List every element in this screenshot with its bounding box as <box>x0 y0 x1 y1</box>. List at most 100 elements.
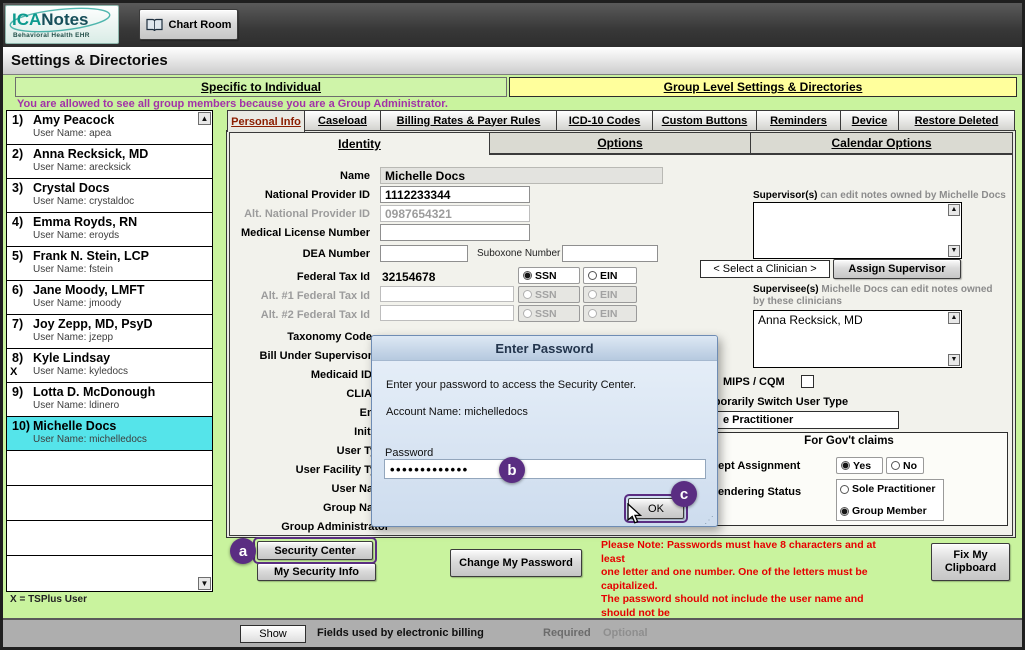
group-administrator-label: Group Administrator <box>228 521 389 533</box>
user-facility-type-label: User Facility Type <box>228 464 389 476</box>
supervisees-listbox[interactable]: Anna Recksick, MD ▲ ▼ <box>753 310 962 368</box>
chart-room-label: Chart Room <box>169 19 232 31</box>
annotation-circle-c: c <box>671 481 697 507</box>
suboxone-number-field[interactable] <box>562 245 658 262</box>
ssn-radio-option[interactable]: SSN <box>518 267 580 284</box>
supervisee-item[interactable]: Anna Recksick, MD <box>754 311 961 329</box>
dea-number-field[interactable] <box>380 245 468 262</box>
scroll-up-icon[interactable]: ▲ <box>948 312 960 324</box>
tab-group-level-settings[interactable]: Group Level Settings & Directories <box>509 77 1017 97</box>
user-type-label: User Type <box>228 445 389 457</box>
supervisors-title: Supervisor(s) can edit notes owned by Mi… <box>753 190 1006 201</box>
medical-license-label: Medical License Number <box>228 227 370 239</box>
scroll-up-icon[interactable]: ▲ <box>198 112 211 125</box>
alt2-ein-radio-option[interactable]: EIN <box>583 305 637 322</box>
tab-identity[interactable]: Identity <box>229 132 490 155</box>
sole-practitioner-radio-option[interactable]: Sole Practitioner <box>840 483 940 495</box>
change-my-password-button[interactable]: Change My Password <box>450 549 582 577</box>
user-list-item[interactable]: 7)Joy Zepp, MD, PsyD User Name: jzepp <box>7 315 212 349</box>
ein-radio-icon <box>588 271 597 280</box>
title-band: Settings & Directories <box>3 47 1022 75</box>
alt2-ein-radio-icon <box>588 309 597 318</box>
user-name-label: User Name <box>228 483 389 495</box>
switch-user-type-dropdown[interactable]: e Practitioner <box>716 411 899 429</box>
user-list-item[interactable]: 6)Jane Moody, LMFT User Name: jmoody <box>7 281 212 315</box>
empty-list-row[interactable] <box>7 521 212 556</box>
alt1-ein-radio-icon <box>588 290 597 299</box>
alt1-ssn-radio-icon <box>523 290 532 299</box>
alt1-ein-radio-option[interactable]: EIN <box>583 286 637 303</box>
tab-icd10-codes[interactable]: ICD-10 Codes <box>557 110 653 131</box>
password-input[interactable]: ••••••••••••• <box>384 459 706 479</box>
electronic-billing-fields-label: Fields used by electronic billing <box>317 627 484 639</box>
tab-reminders[interactable]: Reminders <box>757 110 841 131</box>
empty-list-row[interactable] <box>7 486 212 521</box>
user-list-item[interactable]: 5)Frank N. Stein, LCP User Name: fstein <box>7 247 212 281</box>
medical-license-field[interactable] <box>380 224 530 241</box>
user-list: 1)Amy Peacock User Name: apea 2)Anna Rec… <box>6 110 213 592</box>
rendering-status-group: Sole Practitioner Group Member <box>836 479 944 521</box>
tab-billing-rates[interactable]: Billing Rates & Payer Rules <box>381 110 557 131</box>
empty-list-row[interactable] <box>7 451 212 486</box>
tab-caseload[interactable]: Caseload <box>305 110 381 131</box>
tab-specific-to-individual[interactable]: Specific to Individual <box>15 77 507 97</box>
group-name-label: Group Name <box>228 502 389 514</box>
annotation-circle-a: a <box>230 538 256 564</box>
sole-practitioner-radio-icon <box>840 485 849 494</box>
alt1-ssn-radio-option[interactable]: SSN <box>518 286 580 303</box>
tab-custom-buttons[interactable]: Custom Buttons <box>653 110 757 131</box>
tab-calendar-options[interactable]: Calendar Options <box>751 132 1013 154</box>
fix-my-clipboard-button[interactable]: Fix My Clipboard <box>931 543 1010 581</box>
user-list-item[interactable]: X 8)Kyle Lindsay User Name: kyledocs <box>7 349 212 383</box>
assign-supervisor-button[interactable]: Assign Supervisor <box>833 259 961 279</box>
my-security-info-button[interactable]: My Security Info <box>257 563 376 581</box>
optional-legend: Optional <box>603 627 648 639</box>
ein-radio-option[interactable]: EIN <box>583 267 637 284</box>
tab-personal-info[interactable]: Personal Info <box>227 110 305 132</box>
alt1-federal-tax-field[interactable] <box>380 286 514 302</box>
name-field[interactable]: Michelle Docs <box>380 167 663 184</box>
user-list-item[interactable]: 4)Emma Royds, RN User Name: eroyds <box>7 213 212 247</box>
dialog-account-line: Account Name: michelledocs <box>386 406 528 418</box>
alt-npi-field[interactable]: 0987654321 <box>380 205 530 222</box>
tab-options[interactable]: Options <box>490 132 751 154</box>
scroll-down-icon[interactable]: ▼ <box>948 354 960 366</box>
user-list-item[interactable]: 3)Crystal Docs User Name: crystaldoc <box>7 179 212 213</box>
supervisors-listbox[interactable]: ▲ ▼ <box>753 202 962 259</box>
mips-cqm-checkbox[interactable] <box>801 375 814 388</box>
select-clinician-dropdown[interactable]: < Select a Clinician > <box>700 260 830 278</box>
icanotes-logo[interactable]: ICANotes Behavioral Health EHR <box>5 5 119 44</box>
alt2-ssn-radio-option[interactable]: SSN <box>518 305 580 322</box>
user-list-item-selected[interactable]: 10)Michelle Docs User Name: michelledocs <box>7 417 212 451</box>
dialog-title-bar[interactable]: Enter Password <box>372 336 717 361</box>
taxonomy-label: Taxonomy Code <box>228 331 372 343</box>
user-list-item[interactable]: 2)Anna Recksick, MD User Name: arecksick <box>7 145 212 179</box>
alt2-federal-tax-field[interactable] <box>380 305 514 321</box>
yes-radio-icon <box>841 461 850 470</box>
resize-grip-icon[interactable]: ⋰ <box>704 515 714 526</box>
required-legend: Required <box>543 627 591 639</box>
scroll-down-icon[interactable]: ▼ <box>948 245 960 257</box>
mouse-cursor-icon <box>626 503 642 530</box>
scroll-down-icon[interactable]: ▼ <box>198 577 211 590</box>
federal-tax-label: Federal Tax Id <box>228 271 370 283</box>
scroll-up-icon[interactable]: ▲ <box>948 204 960 216</box>
accept-yes-radio-option[interactable]: Yes <box>836 457 883 474</box>
tab-device[interactable]: Device <box>841 110 899 131</box>
group-member-radio-icon <box>840 507 849 516</box>
federal-tax-value[interactable]: 32154678 <box>382 270 435 284</box>
dialog-message: Enter your password to access the Securi… <box>386 379 636 391</box>
mips-cqm-label: MIPS / CQM <box>723 376 785 388</box>
alt2-ssn-radio-icon <box>523 309 532 318</box>
chart-room-button[interactable]: Chart Room <box>139 9 238 40</box>
accept-no-radio-option[interactable]: No <box>886 457 924 474</box>
user-list-item[interactable]: 1)Amy Peacock User Name: apea <box>7 111 212 145</box>
empty-list-row[interactable] <box>7 556 212 591</box>
sub-tab-bar: Identity Options Calendar Options <box>229 132 1013 155</box>
medicaid-id-label: Medicaid ID <box>228 369 372 381</box>
group-member-radio-option[interactable]: Group Member <box>840 505 940 517</box>
tab-restore-deleted[interactable]: Restore Deleted <box>899 110 1015 131</box>
user-list-item[interactable]: 9)Lotta D. McDonough User Name: ldinero <box>7 383 212 417</box>
npi-field[interactable]: 1112233344 <box>380 186 530 203</box>
show-button[interactable]: Show <box>240 625 306 643</box>
